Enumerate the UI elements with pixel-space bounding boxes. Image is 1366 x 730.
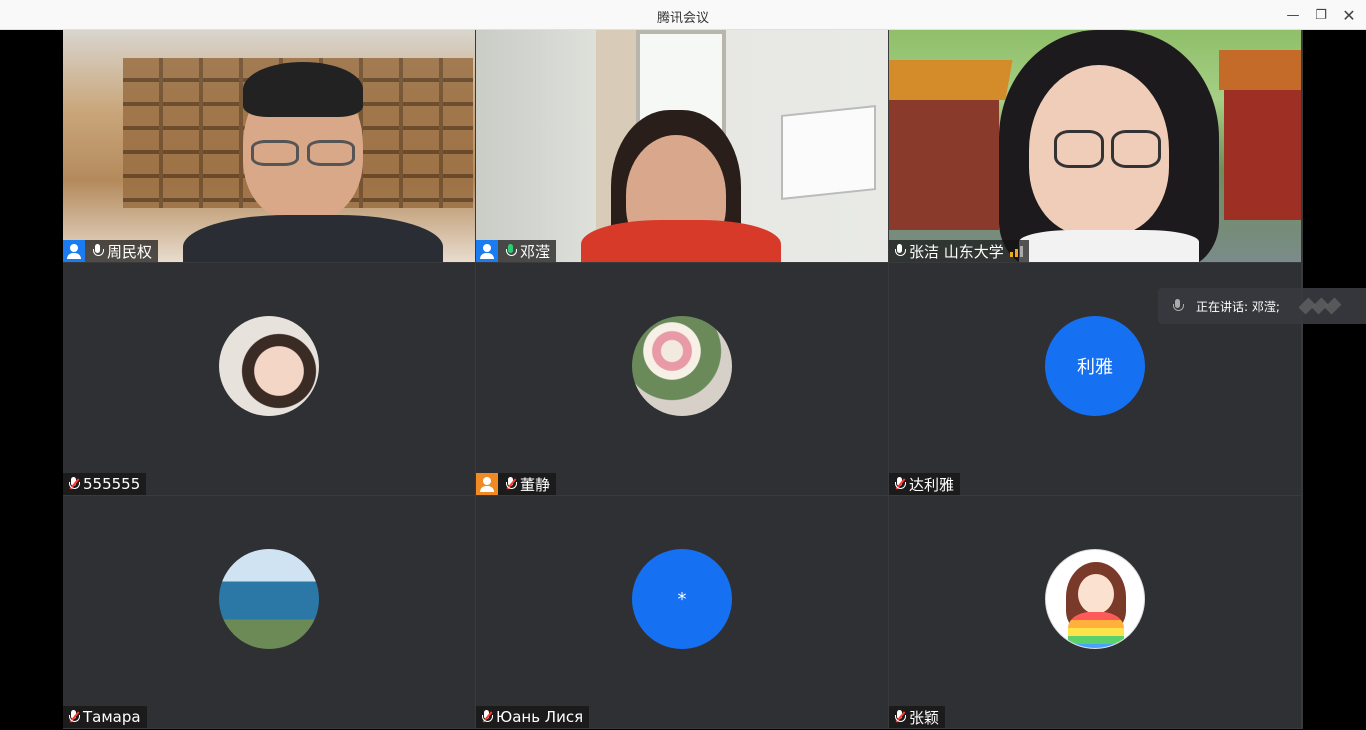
name-tag: Тамара [63,706,147,728]
avatar [219,316,319,416]
avatar [219,549,319,649]
participant-tile-7[interactable]: Тамара [63,496,475,728]
participant-name: Тамара [83,708,141,726]
muted-mic-icon [479,706,495,728]
window-title: 腾讯会议 [656,11,709,26]
glasses [307,140,355,166]
glasses [251,140,299,166]
name-tag: 周民权 [63,240,159,262]
participant-name: 董静 [520,475,551,494]
video-feed [63,30,475,262]
host-icon [63,240,85,262]
title-bar: 腾讯会议 — ❐ ✕ [0,0,1366,30]
participant-tile-9[interactable]: 张颖 [889,496,1301,728]
participant-name: 555555 [83,475,141,493]
name-tag: Юань Лися [476,706,590,728]
maximize-button[interactable]: ❐ [1306,0,1336,30]
avatar-face [1078,574,1114,614]
video-feed [889,30,1301,262]
signal-strength-icon [1009,245,1023,257]
participant-tile-8[interactable]: * Юань Лися [476,496,888,728]
glasses [1111,130,1161,168]
avatar: * [632,549,732,649]
participant-tile-4[interactable]: 555555 [63,263,475,495]
participant-name: 邓滢 [520,242,551,261]
name-tag: 董静 [476,473,557,495]
participant-name: 达利雅 [909,475,955,494]
avatar [632,316,732,416]
speaking-mic-icon [503,240,519,262]
name-tag: 邓滢 [476,240,557,262]
name-tag: 张洁 山东大学 [889,240,1029,262]
muted-mic-icon [66,473,82,495]
cohost-icon [476,473,498,495]
participant-tile-1[interactable]: 周民权 [63,30,475,262]
participant-name: 张洁 山东大学 [909,242,1004,261]
speaking-indicator[interactable]: 正在讲话: 邓滢; [1158,288,1366,324]
minimize-button[interactable]: — [1278,0,1308,30]
pavilion-roof [889,60,1013,100]
mic-icon [892,240,908,262]
video-feed [476,30,888,262]
muted-mic-icon [892,473,908,495]
temple-roof [1219,50,1301,90]
person-body [1019,230,1199,262]
muted-mic-icon [66,706,82,728]
person-hair [243,62,363,117]
glasses [1054,130,1104,168]
close-button[interactable]: ✕ [1334,0,1364,30]
person-body [581,220,781,262]
participant-tile-3[interactable]: 张洁 山东大学 [889,30,1301,262]
name-tag: 张颖 [889,706,946,728]
whiteboard [781,105,876,200]
muted-mic-icon [892,706,908,728]
participant-name: Юань Лися [496,708,584,726]
avatar [1045,549,1145,649]
person-body [183,215,443,262]
meeting-stage: 周民权 邓滢 张洁 山东大学 555555 董静 利雅 达利雅 Тамара *… [0,30,1366,730]
name-tag: 555555 [63,473,147,495]
mic-icon [1170,295,1186,317]
avatar-shirt [1068,612,1124,648]
participant-tile-5[interactable]: 董静 [476,263,888,495]
participant-grid: 周民权 邓滢 张洁 山东大学 555555 董静 利雅 达利雅 Тамара *… [63,30,1303,729]
name-tag: 达利雅 [889,473,961,495]
participant-name: 张颖 [909,708,940,727]
cohost-icon [476,240,498,262]
audio-wave-icon [1298,297,1342,315]
participant-name: 周民权 [107,242,153,261]
avatar: 利雅 [1045,316,1145,416]
participant-tile-2[interactable]: 邓滢 [476,30,888,262]
mic-icon [90,240,106,262]
speaking-label: 正在讲话: 邓滢; [1196,299,1280,314]
muted-mic-icon [503,473,519,495]
